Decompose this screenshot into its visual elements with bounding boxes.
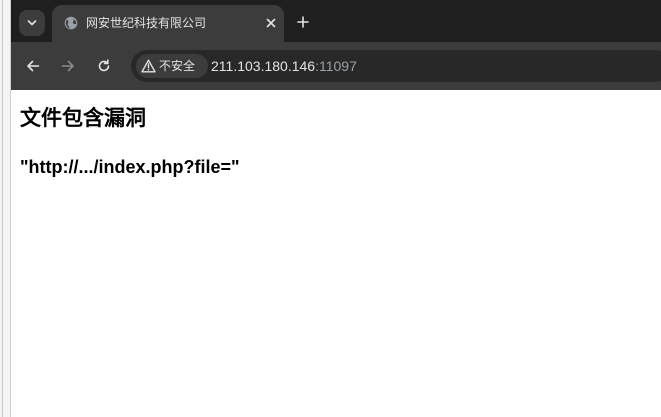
tab-title: 网安世纪科技有限公司 [86, 16, 207, 30]
chevron-down-icon [27, 20, 37, 26]
reload-icon [98, 59, 110, 72]
security-indicator[interactable]: 不安全 [136, 54, 208, 78]
close-icon [266, 18, 276, 28]
reload-button[interactable] [95, 57, 113, 75]
tab-close-button[interactable] [264, 16, 278, 30]
arrow-right-icon [61, 60, 74, 72]
page-heading: 文件包含漏洞 [20, 106, 146, 130]
tab-search-button[interactable] [19, 10, 45, 36]
address-bar[interactable]: 不安全 211.103.180.146:11097 [131, 50, 661, 82]
globe-icon [64, 16, 78, 30]
new-tab-button[interactable] [295, 14, 311, 30]
background-window-edge [0, 0, 11, 417]
forward-button[interactable] [59, 57, 77, 75]
page-content: 文件包含漏洞 "http://.../index.php?file=" [11, 90, 661, 417]
tab-active[interactable]: 网安世纪科技有限公司 [52, 5, 284, 42]
page-url-hint: "http://.../index.php?file=" [20, 157, 240, 177]
warning-triangle-icon [141, 59, 156, 73]
arrow-left-icon [27, 60, 40, 72]
security-label: 不安全 [159, 59, 196, 73]
url-host: 211.103.180.146 [211, 58, 316, 74]
tab-strip: 网安世纪科技有限公司 [11, 0, 661, 42]
browser-toolbar: 不安全 211.103.180.146:11097 [11, 42, 661, 90]
window-edge-line [2, 0, 3, 417]
plus-icon [297, 16, 309, 28]
back-button[interactable] [24, 57, 42, 75]
browser-window: 网安世纪科技有限公司 不安全 211.103.180.146:11097 文件包… [11, 0, 661, 417]
url-port: :11097 [315, 58, 357, 74]
url-text[interactable]: 211.103.180.146:11097 [211, 57, 357, 75]
